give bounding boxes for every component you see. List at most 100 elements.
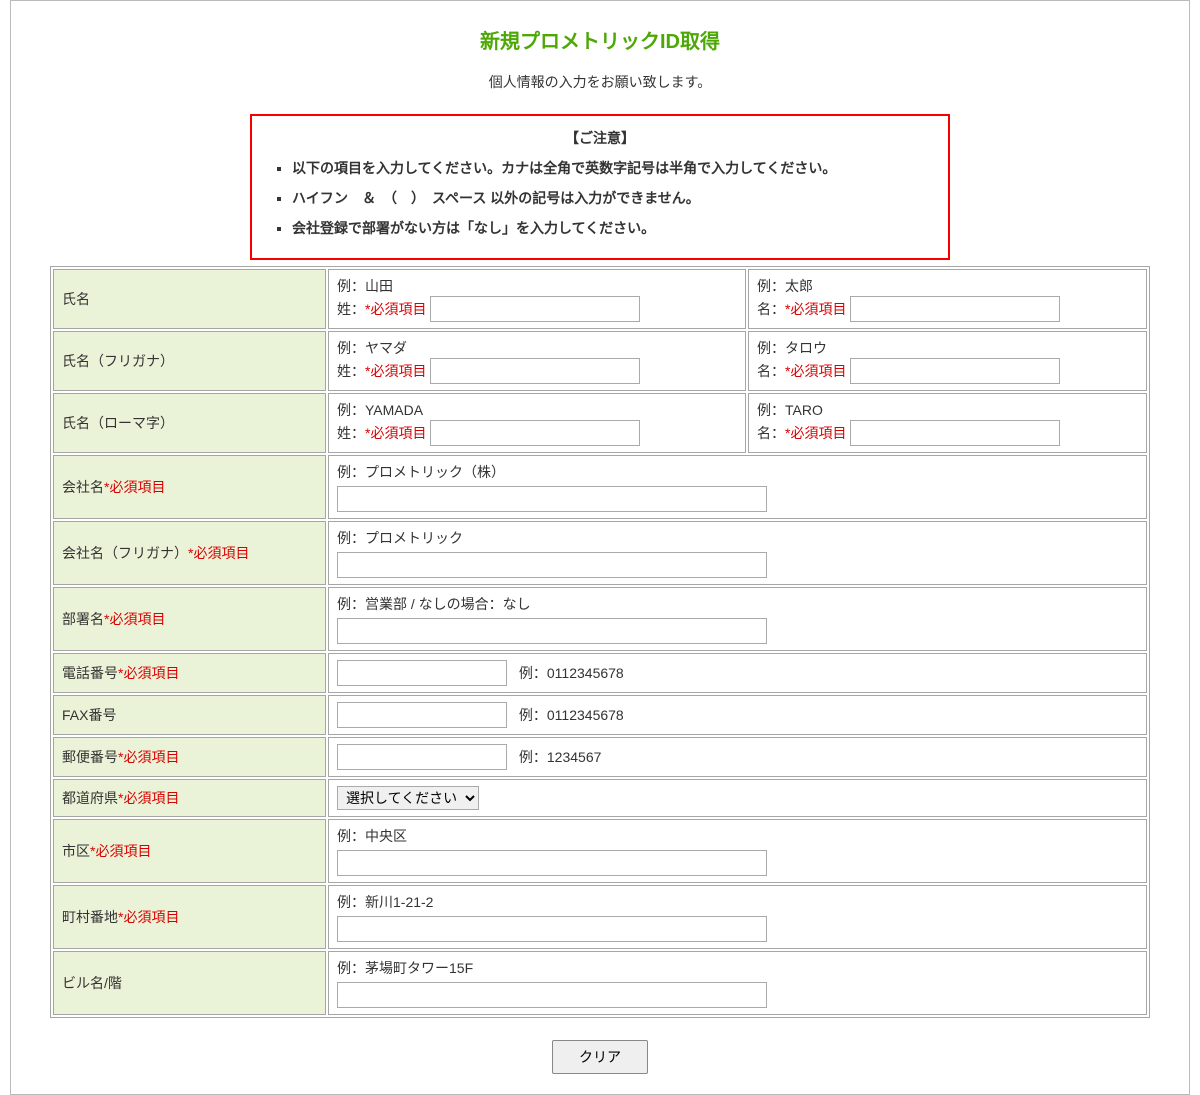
notice-box: 【ご注意】 以下の項目を入力してください。カナは全角で英数字記号は半角で入力して… — [250, 114, 950, 260]
example-text: 例：YAMADA — [337, 402, 423, 418]
required-marker: *必須項目 — [104, 479, 165, 495]
input-building[interactable] — [337, 982, 767, 1008]
label-fax: FAX番号 — [53, 695, 326, 735]
row-department: 部署名*必須項目 例：営業部 / なしの場合：なし — [53, 587, 1147, 651]
input-name-given[interactable] — [850, 296, 1060, 322]
form-table: 氏名 例：山田 姓：*必須項目 例：太郎 名：*必須項目 氏名（フリガナ） 例：… — [50, 266, 1150, 1018]
label-building: ビル名/階 — [53, 951, 326, 1015]
input-postal[interactable] — [337, 744, 507, 770]
notice-item: 会社登録で部署がない方は「なし」を入力してください。 — [292, 218, 934, 238]
cell-company-kana: 例：プロメトリック — [328, 521, 1147, 585]
page-title: 新規プロメトリックID取得 — [11, 25, 1189, 54]
label-text: 電話番号 — [62, 665, 118, 681]
input-tel[interactable] — [337, 660, 507, 686]
cell-fax: 例：0112345678 — [328, 695, 1147, 735]
cell-roman-given: 例：TARO 名：*必須項目 — [748, 393, 1147, 453]
required-marker: *必須項目 — [118, 749, 179, 765]
required-marker: *必須項目 — [785, 363, 846, 379]
intro-text: 個人情報の入力をお願い致します。 — [11, 72, 1189, 92]
example-text: 例：中央区 — [337, 826, 1138, 846]
cell-street: 例：新川1-21-2 — [328, 885, 1147, 949]
row-building: ビル名/階 例：茅場町タワー15F — [53, 951, 1147, 1015]
cell-kana-given: 例：タロウ 名：*必須項目 — [748, 331, 1147, 391]
row-postal: 郵便番号*必須項目 例：1234567 — [53, 737, 1147, 777]
required-marker: *必須項目 — [118, 790, 179, 806]
cell-company: 例：プロメトリック（株） — [328, 455, 1147, 519]
row-kana: 氏名（フリガナ） 例：ヤマダ 姓：*必須項目 例：タロウ 名：*必須項目 — [53, 331, 1147, 391]
example-text: 例：新川1-21-2 — [337, 892, 1138, 912]
cell-name-surname: 例：山田 姓：*必須項目 — [328, 269, 746, 329]
required-marker: *必須項目 — [365, 363, 426, 379]
input-company[interactable] — [337, 486, 767, 512]
row-fax: FAX番号 例：0112345678 — [53, 695, 1147, 735]
example-text: 例：山田 — [337, 278, 393, 294]
example-text: 例：0112345678 — [519, 707, 624, 723]
notice-item: ハイフン ＆ （ ） スペース 以外の記号は入力ができません。 — [292, 188, 934, 208]
form-actions: クリア — [11, 1040, 1189, 1074]
example-text: 例：TARO — [757, 402, 823, 418]
label-tel: 電話番号*必須項目 — [53, 653, 326, 693]
input-department[interactable] — [337, 618, 767, 644]
prefix-surname: 姓： — [337, 425, 365, 441]
cell-city: 例：中央区 — [328, 819, 1147, 883]
cell-department: 例：営業部 / なしの場合：なし — [328, 587, 1147, 651]
required-marker: *必須項目 — [365, 425, 426, 441]
label-text: 市区 — [62, 843, 90, 859]
input-city[interactable] — [337, 850, 767, 876]
notice-item: 以下の項目を入力してください。カナは全角で英数字記号は半角で入力してください。 — [292, 158, 934, 178]
example-text: 例：0112345678 — [519, 665, 624, 681]
required-marker: *必須項目 — [118, 665, 179, 681]
prefix-given: 名： — [757, 301, 785, 317]
input-kana-surname[interactable] — [430, 358, 640, 384]
prefix-given: 名： — [757, 363, 785, 379]
cell-kana-surname: 例：ヤマダ 姓：*必須項目 — [328, 331, 746, 391]
cell-building: 例：茅場町タワー15F — [328, 951, 1147, 1015]
required-marker: *必須項目 — [365, 301, 426, 317]
required-marker: *必須項目 — [104, 611, 165, 627]
row-name: 氏名 例：山田 姓：*必須項目 例：太郎 名：*必須項目 — [53, 269, 1147, 329]
prefix-given: 名： — [757, 425, 785, 441]
prefix-surname: 姓： — [337, 363, 365, 379]
input-company-kana[interactable] — [337, 552, 767, 578]
label-postal: 郵便番号*必須項目 — [53, 737, 326, 777]
form-page: 新規プロメトリックID取得 個人情報の入力をお願い致します。 【ご注意】 以下の… — [10, 0, 1190, 1095]
input-roman-surname[interactable] — [430, 420, 640, 446]
example-text: 例：プロメトリック — [337, 528, 1138, 548]
row-roman: 氏名（ローマ字） 例：YAMADA 姓：*必須項目 例：TARO 名：*必須項目 — [53, 393, 1147, 453]
required-marker: *必須項目 — [785, 425, 846, 441]
label-prefecture: 都道府県*必須項目 — [53, 779, 326, 817]
required-marker: *必須項目 — [90, 843, 151, 859]
example-text: 例：プロメトリック（株） — [337, 462, 1138, 482]
input-fax[interactable] — [337, 702, 507, 728]
input-street[interactable] — [337, 916, 767, 942]
input-kana-given[interactable] — [850, 358, 1060, 384]
label-text: 会社名（フリガナ） — [62, 545, 188, 561]
cell-postal: 例：1234567 — [328, 737, 1147, 777]
cell-roman-surname: 例：YAMADA 姓：*必須項目 — [328, 393, 746, 453]
label-text: 都道府県 — [62, 790, 118, 806]
required-marker: *必須項目 — [785, 301, 846, 317]
label-department: 部署名*必須項目 — [53, 587, 326, 651]
cell-prefecture: 選択してください — [328, 779, 1147, 817]
label-company: 会社名*必須項目 — [53, 455, 326, 519]
cell-tel: 例：0112345678 — [328, 653, 1147, 693]
example-text: 例：1234567 — [519, 749, 602, 765]
label-name: 氏名 — [53, 269, 326, 329]
required-marker: *必須項目 — [188, 545, 249, 561]
label-text: 町村番地 — [62, 909, 118, 925]
input-name-surname[interactable] — [430, 296, 640, 322]
row-street: 町村番地*必須項目 例：新川1-21-2 — [53, 885, 1147, 949]
label-text: 郵便番号 — [62, 749, 118, 765]
example-text: 例：タロウ — [757, 340, 827, 356]
clear-button[interactable]: クリア — [552, 1040, 648, 1074]
label-kana: 氏名（フリガナ） — [53, 331, 326, 391]
input-roman-given[interactable] — [850, 420, 1060, 446]
select-prefecture[interactable]: 選択してください — [337, 786, 479, 810]
label-street: 町村番地*必須項目 — [53, 885, 326, 949]
example-text: 例：茅場町タワー15F — [337, 958, 1138, 978]
row-prefecture: 都道府県*必須項目 選択してください — [53, 779, 1147, 817]
required-marker: *必須項目 — [118, 909, 179, 925]
cell-name-given: 例：太郎 名：*必須項目 — [748, 269, 1147, 329]
example-text: 例：太郎 — [757, 278, 813, 294]
row-company: 会社名*必須項目 例：プロメトリック（株） — [53, 455, 1147, 519]
